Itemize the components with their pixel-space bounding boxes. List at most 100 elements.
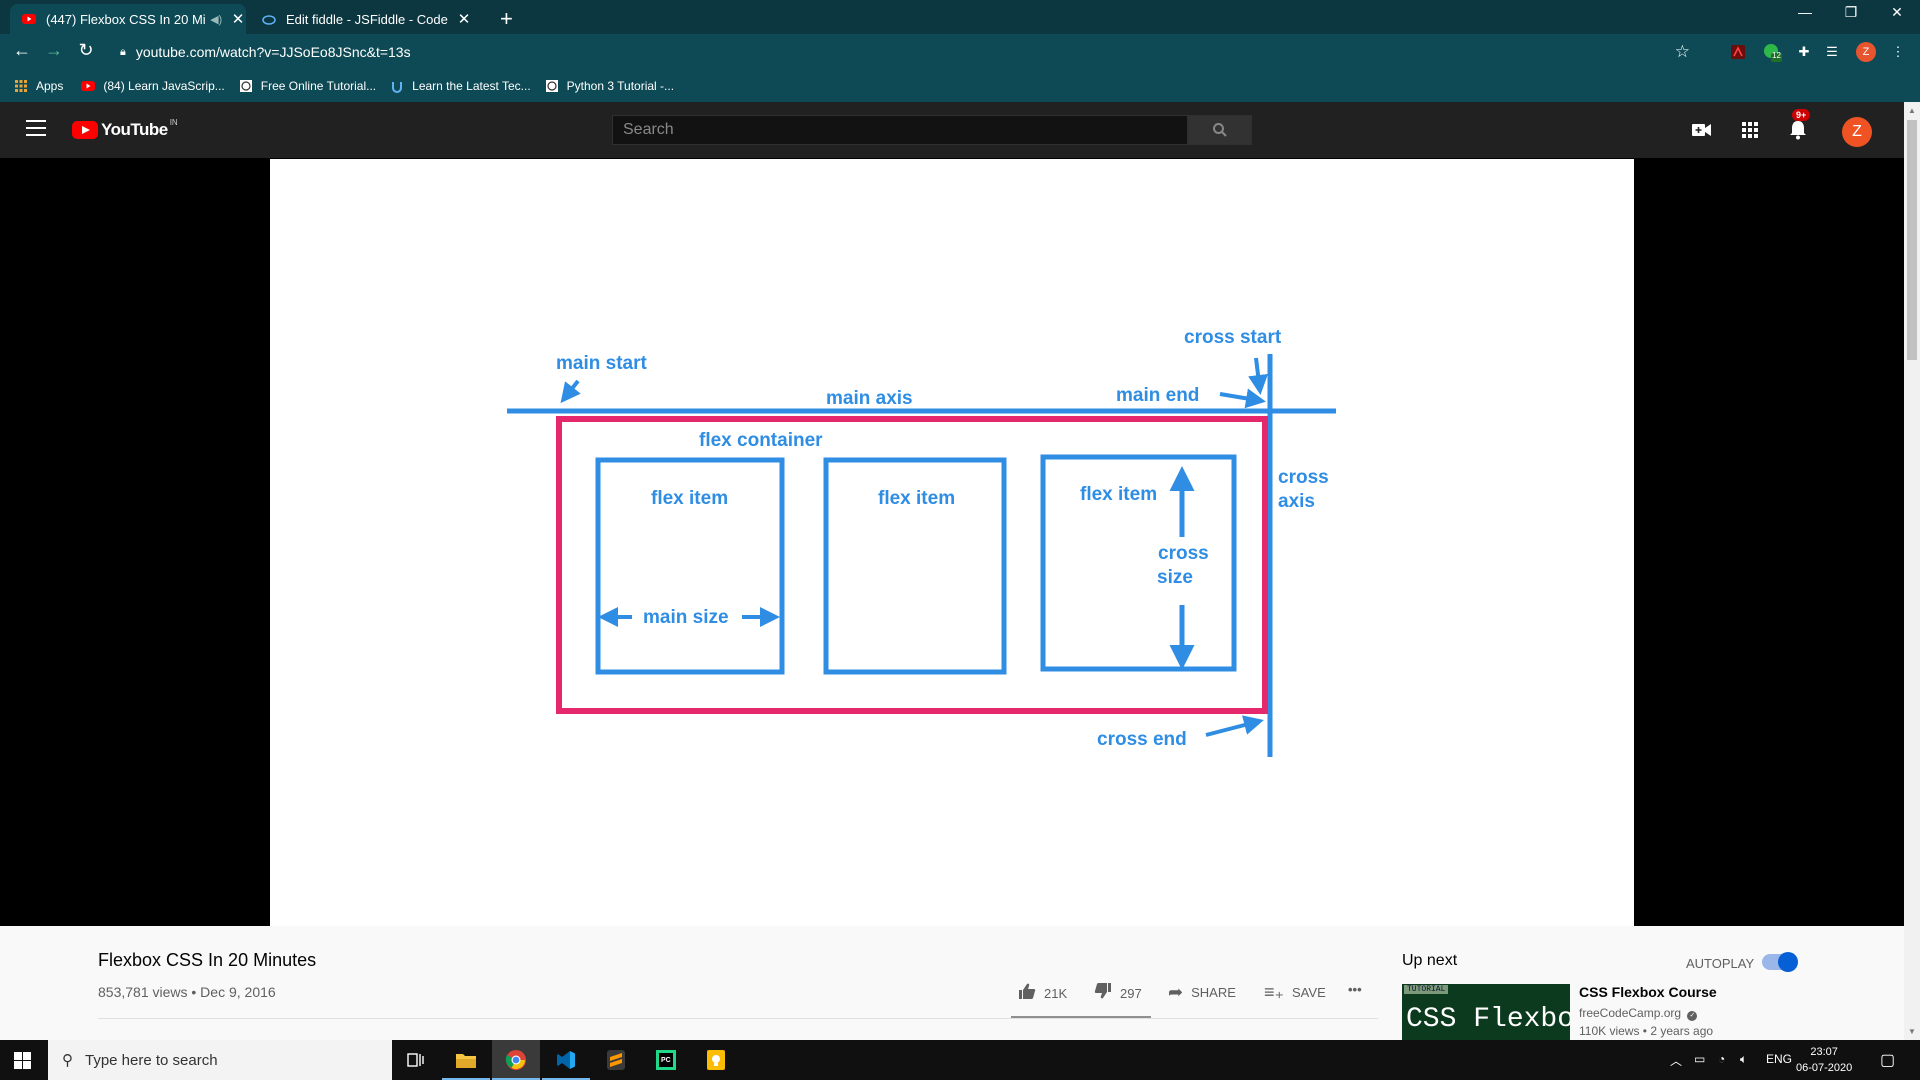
save-label: SAVE	[1292, 985, 1326, 1000]
chrome-taskbar-icon[interactable]	[492, 1040, 540, 1080]
youtube-icon	[81, 79, 96, 93]
address-bar[interactable]: 🔒︎ youtube.com/watch?v=JJSoEo8JSnc&t=13s…	[110, 38, 1690, 66]
globe-icon	[239, 79, 253, 93]
bookmark-label: Python 3 Tutorial -...	[566, 79, 675, 93]
youtube-play-icon	[72, 121, 98, 139]
create-video-icon[interactable]	[1690, 118, 1714, 142]
close-tab-icon[interactable]: ✕	[456, 10, 472, 28]
reading-list-icon[interactable]: ☰	[1822, 42, 1842, 62]
share-button[interactable]: ➦ SHARE	[1168, 982, 1236, 1003]
more-actions-button[interactable]: •••	[1348, 982, 1362, 997]
scroll-down-icon[interactable]: ▼	[1908, 1027, 1916, 1036]
speaker-icon[interactable]: ◀)	[210, 13, 222, 26]
battery-icon[interactable]: ▭	[1694, 1052, 1705, 1066]
lock-icon: 🔒︎	[120, 45, 126, 58]
apps-grid-icon	[14, 79, 28, 93]
action-center-icon[interactable]: ▢	[1880, 1050, 1895, 1070]
label-flex-item-2: flex item	[878, 488, 955, 509]
taskbar-search-input[interactable]: ⚲ Type here to search	[48, 1040, 392, 1080]
up-next-heading: Up next	[1402, 952, 1458, 969]
thumbs-down-icon	[1094, 982, 1112, 1005]
recommendation-title[interactable]: CSS Flexbox Course	[1579, 984, 1717, 1000]
bookmark-star-icon[interactable]: ☆	[1675, 42, 1690, 62]
page-scrollbar[interactable]: ▲ ▼	[1904, 102, 1920, 1040]
bookmark-free-online-tutorial[interactable]: Free Online Tutorial...	[239, 79, 376, 93]
apps-icon[interactable]	[1738, 118, 1762, 142]
chrome-menu-icon[interactable]: ⋮	[1888, 42, 1908, 62]
restore-icon[interactable]: ❐	[1836, 4, 1866, 21]
like-button[interactable]: 21K	[1018, 982, 1067, 1005]
vscode-icon[interactable]	[542, 1040, 590, 1080]
channel-name: freeCodeCamp.org	[1579, 1006, 1682, 1020]
bookmark-python-tutorial[interactable]: Python 3 Tutorial -...	[545, 79, 674, 93]
scrollbar-thumb[interactable]	[1907, 120, 1917, 360]
dislike-button[interactable]: 297	[1094, 982, 1142, 1005]
flexbox-diagram: main start main axis main end cross star…	[507, 327, 1336, 757]
keep-notes-icon[interactable]	[692, 1040, 740, 1080]
autoplay-toggle[interactable]	[1762, 952, 1798, 972]
cross-end-arrow	[1205, 715, 1264, 737]
menu-icon[interactable]	[26, 120, 46, 136]
bookmark-apps[interactable]: Apps	[14, 79, 63, 93]
bookmark-learn-latest-tech[interactable]: Learn the Latest Tec...	[390, 79, 531, 93]
tab-youtube[interactable]: (447) Flexbox CSS In 20 Minu ◀) ✕	[10, 4, 246, 34]
new-tab-button[interactable]: +	[500, 6, 513, 32]
windows-taskbar: ⚲ Type here to search PC ︿ ▭ ◔ 🔈︎ ENG 23…	[0, 1040, 1920, 1080]
search-button[interactable]	[1188, 115, 1252, 145]
puzzle-extensions-icon[interactable]: ✚	[1794, 42, 1814, 62]
youtube-logo[interactable]: YouTube IN	[72, 118, 178, 140]
save-button[interactable]: ≡₊ SAVE	[1264, 982, 1326, 1003]
label-cross-end: cross end	[1097, 729, 1187, 750]
jsfiddle-icon	[262, 12, 276, 26]
account-avatar[interactable]: Z	[1842, 117, 1872, 147]
language-indicator[interactable]: ENG	[1766, 1052, 1792, 1066]
extension-badge-count: 12	[1772, 51, 1781, 60]
thumbnail-tag: TUTORIAL	[1404, 985, 1449, 994]
pdf-extension-icon[interactable]	[1728, 42, 1748, 62]
profile-avatar[interactable]: Z	[1856, 42, 1876, 62]
taskbar-clock[interactable]: 23:07 06-07-2020	[1796, 1044, 1852, 1076]
volume-icon[interactable]: 🔈︎	[1740, 1052, 1747, 1067]
taskbar-search-placeholder: Type here to search	[85, 1051, 218, 1069]
tab-title: Edit fiddle - JSFiddle - Code Play	[286, 11, 448, 27]
recommendation-thumbnail[interactable]: TUTORIAL CSS Flexbox	[1402, 984, 1570, 1040]
notification-badge: 9+	[1792, 109, 1811, 121]
recommendation-channel[interactable]: freeCodeCamp.org ✓	[1579, 1006, 1698, 1021]
main-end-arrow	[1219, 388, 1266, 409]
thumbnail-text: CSS Flexbox	[1406, 1004, 1570, 1035]
search-input[interactable]: Search	[612, 115, 1188, 145]
wifi-icon[interactable]: ◔	[1718, 1052, 1725, 1066]
forward-icon[interactable]: →	[42, 40, 66, 61]
tab-jsfiddle[interactable]: Edit fiddle - JSFiddle - Code Play ✕	[250, 4, 486, 34]
video-player[interactable]: main start main axis main end cross star…	[0, 158, 1904, 926]
show-hidden-icons-icon[interactable]: ︿	[1670, 1052, 1682, 1069]
globe-icon	[545, 79, 559, 93]
label-flex-container: flex container	[699, 430, 823, 451]
task-view-icon[interactable]	[392, 1040, 440, 1080]
like-count: 21K	[1044, 986, 1068, 1001]
svg-text:PC: PC	[661, 1057, 671, 1064]
recommendation-views: 110K views • 2 years ago	[1579, 1024, 1714, 1038]
extension-badge-icon[interactable]: 12	[1762, 42, 1782, 62]
scroll-up-icon[interactable]: ▲	[1908, 106, 1916, 115]
reload-icon[interactable]: ↻	[74, 40, 98, 61]
close-window-icon[interactable]: ✕	[1882, 4, 1912, 21]
tab-title: (447) Flexbox CSS In 20 Minu	[46, 11, 207, 27]
notifications-bell-icon[interactable]	[1786, 118, 1810, 142]
label-main-size: main size	[643, 607, 729, 628]
verified-icon: ✓	[1687, 1011, 1698, 1021]
file-explorer-icon[interactable]	[442, 1040, 490, 1080]
back-icon[interactable]: ←	[10, 40, 34, 61]
clock-time: 23:07	[1810, 1046, 1838, 1058]
share-label: SHARE	[1191, 985, 1236, 1000]
label-cross-size-2: size	[1157, 567, 1193, 588]
close-tab-icon[interactable]: ✕	[230, 10, 246, 28]
bookmark-label: Apps	[36, 79, 64, 93]
label-cross-start: cross start	[1184, 327, 1282, 348]
pycharm-icon[interactable]: PC	[642, 1040, 690, 1080]
sublime-text-icon[interactable]	[592, 1040, 640, 1080]
bookmark-learn-javascript[interactable]: (84) Learn JavaScrip...	[81, 79, 225, 93]
minimize-icon[interactable]: —	[1790, 4, 1820, 20]
windows-start-icon[interactable]	[14, 1052, 31, 1069]
label-main-end: main end	[1116, 385, 1199, 406]
